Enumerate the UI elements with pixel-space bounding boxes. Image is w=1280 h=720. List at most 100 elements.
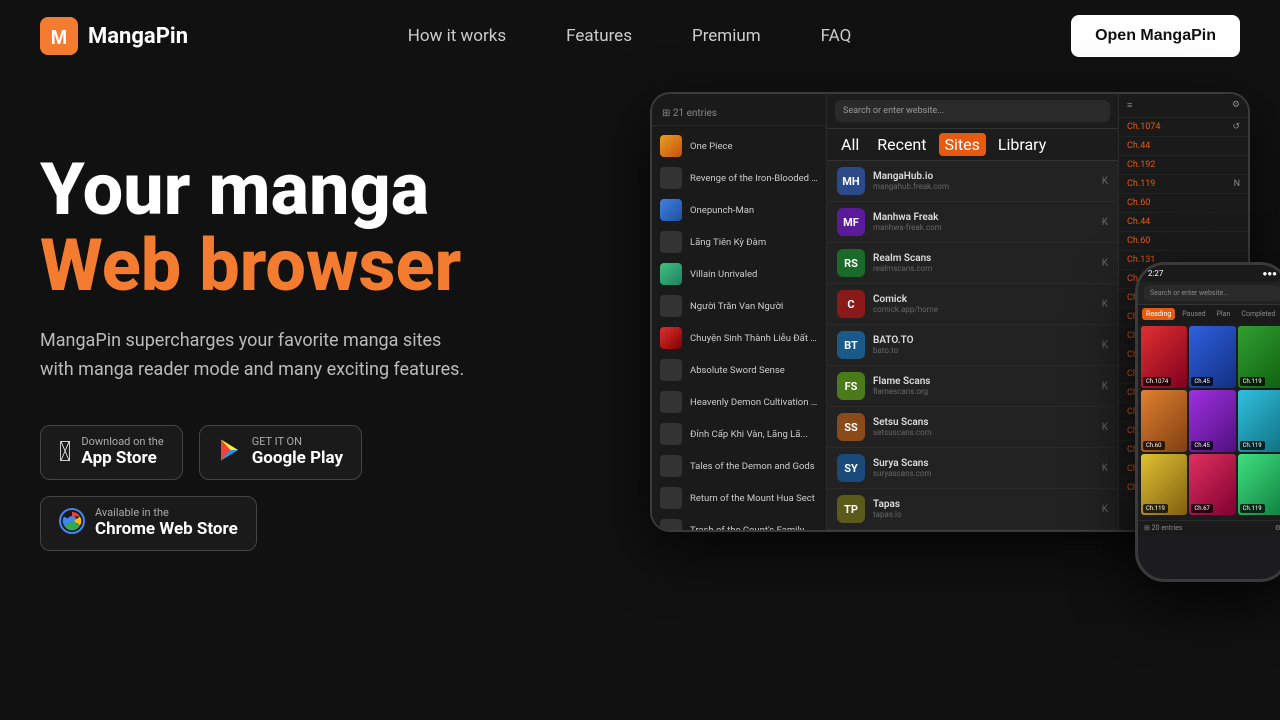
logo[interactable]: M MangaPin — [40, 17, 188, 55]
site-icon: MH — [837, 167, 865, 195]
sites-list: MH MangaHub.io mangahub.freak.com K MF M… — [827, 161, 1118, 530]
nav-link-faq[interactable]: FAQ — [821, 26, 852, 46]
site-icon: MF — [837, 208, 865, 236]
chrome-icon — [59, 508, 85, 539]
tablet-browser-panel: Search or enter website... All Recent Si… — [827, 94, 1118, 530]
thumb — [660, 391, 682, 413]
nav-item-faq[interactable]: FAQ — [821, 26, 852, 46]
list-item: One Piece — [652, 130, 826, 162]
hero-description: MangaPin supercharges your favorite mang… — [40, 327, 580, 385]
list-item: Onepunch-Man — [652, 194, 826, 226]
tab-recent[interactable]: Recent — [871, 133, 932, 156]
tab-all[interactable]: All — [835, 133, 865, 156]
list-item: Chuyện Sinh Thành Liễu Đất Đ... — [652, 322, 826, 354]
phone-tab-completed[interactable]: Completed — [1237, 308, 1279, 320]
list-item: Ch.119 N — [1119, 175, 1248, 194]
phone-tab-paused[interactable]: Paused — [1178, 308, 1209, 320]
manga-cover[interactable]: Ch.1074 — [1141, 326, 1187, 388]
nav-link-features[interactable]: Features — [566, 26, 632, 46]
list-item: Ch.192 — [1119, 156, 1248, 175]
entries-count: ⊞ 21 entries — [652, 102, 826, 126]
nav-item-how-it-works[interactable]: How it works — [408, 26, 506, 46]
list-item[interactable]: C Comick comick.app/home K — [827, 284, 1118, 325]
google-play-icon — [218, 438, 242, 467]
list-item[interactable]: BT BATO.TO bato.to K — [827, 325, 1118, 366]
url-bar: Search or enter website... — [835, 100, 1110, 122]
hero-left: Your manga Web browser MangaPin supercha… — [40, 132, 580, 551]
thumb — [660, 231, 682, 253]
thumb — [660, 455, 682, 477]
manga-cover[interactable]: Ch.119 — [1238, 326, 1280, 388]
hero-title-line1: Your manga — [40, 152, 580, 228]
manga-cover[interactable]: Ch.45 — [1189, 390, 1235, 452]
apple-icon:  — [59, 438, 71, 466]
site-icon: SY — [837, 454, 865, 482]
thumb — [660, 327, 682, 349]
site-icon: TP — [837, 495, 865, 523]
navbar: M MangaPin How it works Features Premium… — [0, 0, 1280, 72]
phone-time: 2:27 — [1148, 269, 1163, 278]
thumb — [660, 135, 682, 157]
list-item: Người Trăn Van Người — [652, 290, 826, 322]
list-item: Ch.44 — [1119, 137, 1248, 156]
list-item[interactable]: MF Manhwa Freak manhwa-freak.com K — [827, 202, 1118, 243]
list-item: Return of the Mount Hua Sect — [652, 482, 826, 514]
phone-tab-reading[interactable]: Reading — [1142, 308, 1175, 320]
list-item[interactable]: MH MangaHub.io mangahub.freak.com K — [827, 161, 1118, 202]
manga-cover[interactable]: Ch.119 — [1238, 390, 1280, 452]
chrome-store-big: Chrome Web Store — [95, 518, 238, 540]
site-icon: SS — [837, 413, 865, 441]
hero-desc-line1: MangaPin supercharges your favorite mang… — [40, 330, 441, 351]
chrome-store-button[interactable]: Available in the Chrome Web Store — [40, 496, 257, 551]
phone-settings-icon: ⚙ — [1275, 524, 1280, 532]
phone-tab-plan[interactable]: Plan — [1213, 308, 1235, 320]
nav-link-premium[interactable]: Premium — [692, 26, 761, 46]
manga-cover[interactable]: Ch.119 — [1141, 454, 1187, 516]
list-item: Ch.60 — [1119, 232, 1248, 251]
hero-title-line2: Web browser — [40, 228, 580, 304]
site-icon: BT — [837, 331, 865, 359]
list-item: Ch.60 — [1119, 194, 1248, 213]
hero-desc-line2: with manga reader mode and many exciting… — [40, 359, 464, 380]
tab-library[interactable]: Library — [992, 133, 1052, 156]
nav-link-how-it-works[interactable]: How it works — [408, 26, 506, 46]
google-play-button[interactable]: GET IT ON Google Play — [199, 425, 362, 480]
thumb — [660, 359, 682, 381]
manga-cover[interactable]: Ch.60 — [1141, 390, 1187, 452]
list-item[interactable]: SY Surya Scans suryascans.com K — [827, 448, 1118, 489]
list-item: Revenge of the Iron-Blooded S... — [652, 162, 826, 194]
site-icon: FS — [837, 372, 865, 400]
list-item: Tales of the Demon and Gods — [652, 450, 826, 482]
chrome-store-small: Available in the — [95, 507, 238, 518]
thumb — [660, 263, 682, 285]
manga-cover[interactable]: Ch.67 — [1189, 454, 1235, 516]
thumb — [660, 423, 682, 445]
app-store-button[interactable]:  Download on the App Store — [40, 425, 183, 480]
mangapin-logo-icon: M — [40, 17, 78, 55]
download-buttons:  Download on the App Store GE — [40, 425, 580, 551]
manga-cover[interactable]: Ch.45 — [1189, 326, 1235, 388]
logo-text: MangaPin — [88, 24, 188, 49]
thumb — [660, 519, 682, 530]
thumb — [660, 295, 682, 317]
list-item: Trash of the Count's Family — [652, 514, 826, 530]
site-icon: C — [837, 290, 865, 318]
open-mangapin-button[interactable]: Open MangaPin — [1071, 15, 1240, 57]
hero-section: Your manga Web browser MangaPin supercha… — [0, 72, 1280, 720]
list-item[interactable]: FS Flame Scans flamescans.org K — [827, 366, 1118, 407]
phone-status-bar: 2:27 ●●● — [1138, 265, 1280, 282]
list-item[interactable]: RS Realm Scans realmscans.com K — [827, 243, 1118, 284]
phone-signal: ●●● — [1263, 269, 1278, 278]
browser-bar: Search or enter website... — [827, 94, 1118, 129]
tab-sites[interactable]: Sites — [939, 133, 986, 156]
list-item[interactable]: SS Setsu Scans setsuscans.com K — [827, 407, 1118, 448]
list-item: Villain Unrivaled — [652, 258, 826, 290]
list-item: Absolute Sword Sense — [652, 354, 826, 386]
phone-manga-grid: Ch.1074 Ch.45 Ch.119 Ch.60 Ch.45 Ch.119 — [1138, 323, 1280, 518]
phone-mockup: 2:27 ●●● Search or enter website... Read… — [1135, 262, 1280, 582]
nav-item-features[interactable]: Features — [566, 26, 632, 46]
list-item[interactable]: TP Tapas tapas.io K — [827, 489, 1118, 530]
nav-item-premium[interactable]: Premium — [692, 26, 761, 46]
manga-cover[interactable]: Ch.119 — [1238, 454, 1280, 516]
svg-text:M: M — [51, 27, 68, 49]
